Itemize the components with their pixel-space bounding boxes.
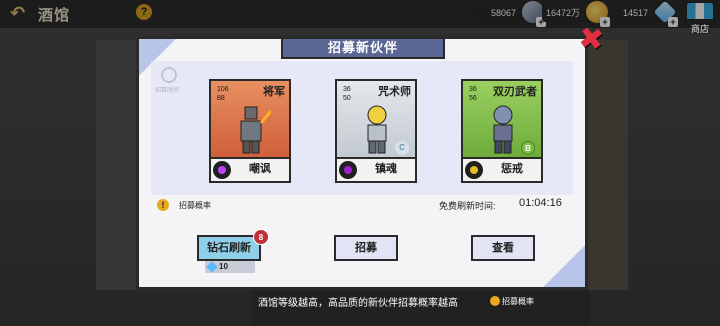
free-refresh-timer: 01:04:16 [519, 197, 562, 209]
card-nameplate: 嘲讽 [211, 157, 289, 181]
card-attack: 106 [217, 86, 229, 93]
character-portrait [493, 105, 513, 154]
card-nameplate: 镇魂 [337, 157, 415, 181]
skill-icon [213, 161, 231, 179]
card-class: 咒术师 [378, 86, 411, 98]
info-icon [490, 296, 500, 306]
skill-icon [465, 161, 483, 179]
grade-badge: C [395, 141, 409, 155]
card-stats: 36 56 [469, 85, 477, 103]
free-refresh-label: 免费刷新时间: [439, 201, 496, 211]
recruit-card[interactable]: 36 50 咒术师 C 镇魂 [335, 79, 417, 183]
recruit-dialog: 招募新伙伴 ✖ 招募时间 106 88 将军 嘲讽 36 50 咒术师 C 镇魂… [136, 21, 606, 290]
rate-row: ! 招募概率 免费刷新时间: 01:04:16 [157, 197, 567, 213]
card-skill-name: 嘲讽 [249, 163, 271, 175]
card-defense: 50 [343, 95, 351, 102]
recruit-card[interactable]: 106 88 将军 嘲讽 [209, 79, 291, 183]
timer-label: 招募时间 [155, 88, 180, 94]
card-area: 招募时间 106 88 将军 嘲讽 36 50 咒术师 C 镇魂 36 56 双… [151, 61, 573, 195]
grade-badge: B [521, 141, 535, 155]
character-portrait [367, 105, 387, 154]
tavern-tip: 酒馆等级越高，高品质的新伙伴招募概率越高 [258, 298, 458, 309]
card-skill-name: 惩戒 [501, 163, 523, 175]
card-defense: 88 [217, 95, 225, 102]
card-nameplate: 惩戒 [463, 157, 541, 181]
recruit-card[interactable]: 36 56 双刃武者 B 惩戒 [461, 79, 543, 183]
card-stats: 106 88 [217, 85, 229, 103]
refresh-cost-value: 10 [219, 262, 228, 271]
card-stats: 36 50 [343, 85, 351, 103]
refresh-cost: 10 [205, 261, 255, 273]
card-defense: 56 [469, 95, 477, 102]
card-attack: 36 [469, 86, 477, 93]
skill-icon [339, 161, 357, 179]
info-icon[interactable]: ! [157, 199, 169, 211]
diamond-icon [206, 261, 218, 273]
recruit-button[interactable]: 招募 [334, 235, 398, 261]
view-button[interactable]: 查看 [471, 235, 535, 261]
diamond-refresh-button[interactable]: 钻石刷新 [197, 235, 261, 261]
bottom-rate-label: 招募概率 [502, 297, 534, 306]
close-x-icon[interactable]: ✖ [575, 21, 607, 57]
recruit-rate-link[interactable]: 招募概率 [179, 200, 211, 211]
card-skill-name: 镇魂 [375, 163, 397, 175]
timer-icon [161, 67, 177, 83]
refresh-count-badge: 8 [253, 229, 269, 245]
card-attack: 36 [343, 86, 351, 93]
card-class: 双刃武者 [493, 86, 537, 98]
card-class: 将军 [263, 86, 285, 98]
character-portrait [240, 106, 271, 154]
dialog-title: 招募新伙伴 [281, 37, 445, 59]
